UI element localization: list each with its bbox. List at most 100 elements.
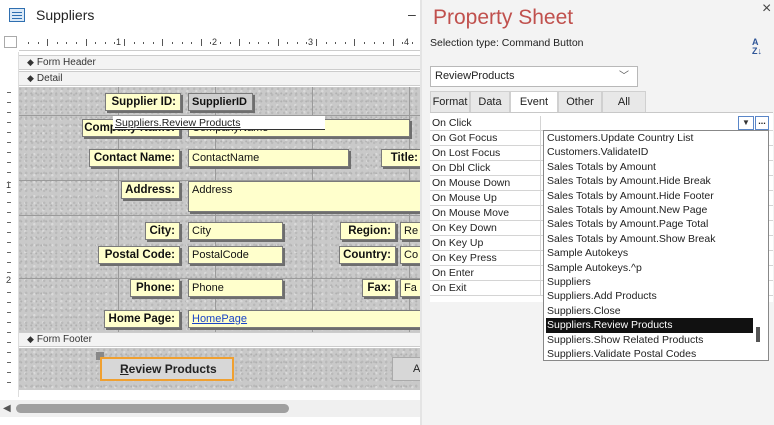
tab-data[interactable]: Data	[470, 91, 510, 112]
fax-label[interactable]: Fax:	[362, 279, 396, 297]
ruler-number: 4	[404, 37, 410, 47]
ruler-tick	[344, 42, 346, 44]
region-label[interactable]: Region:	[340, 222, 396, 240]
supplier-id-label[interactable]: Supplier ID:	[105, 93, 181, 111]
home-page-field[interactable]: HomePage	[188, 310, 420, 328]
build-button[interactable]: ...	[755, 116, 769, 130]
ruler-tick	[7, 222, 11, 223]
ruler-tick	[7, 372, 11, 373]
ruler-tick	[7, 242, 11, 243]
sort-icon[interactable]: A Z↓	[752, 38, 762, 56]
dropdown-option-selected[interactable]: Suppliers.Review Products	[546, 318, 753, 334]
ruler-tick	[7, 342, 11, 343]
contact-name-field[interactable]: ContactName	[188, 149, 349, 167]
contact-name-label[interactable]: Contact Name:	[89, 149, 180, 167]
macro-dropdown-list[interactable]: Customers.Update Country List Customers.…	[543, 130, 769, 361]
minimize-button[interactable]: –	[408, 6, 416, 22]
ruler-tick	[152, 42, 154, 44]
ruler-number: 3	[308, 37, 314, 47]
property-row-on-click[interactable]: On Click	[430, 116, 773, 131]
postal-code-label[interactable]: Postal Code:	[98, 246, 180, 264]
access-key-letter: R	[120, 362, 129, 376]
property-name: On Key Down	[432, 222, 497, 234]
column-separator	[540, 281, 541, 296]
fax-field[interactable]: Fa	[400, 279, 420, 297]
dropdown-option[interactable]: Sales Totals by Amount.Page Total	[546, 217, 753, 232]
ruler-tick	[335, 42, 337, 44]
dropdown-option[interactable]: Suppliers.Validate Postal Codes	[546, 347, 753, 362]
country-label[interactable]: Country:	[339, 246, 396, 264]
dropdown-option[interactable]: Sample Autokeys.^p	[546, 261, 753, 276]
object-selector[interactable]: ReviewProducts ﹀	[430, 66, 638, 87]
on-click-value-input[interactable]: Suppliers.Review Products	[113, 116, 325, 130]
detail-section-bar[interactable]: ◆ Detail	[19, 71, 420, 86]
ruler-tick	[354, 39, 356, 46]
ruler-tick	[28, 42, 29, 44]
ruler-tick	[7, 122, 11, 123]
ruler-tick	[392, 39, 394, 46]
ruler-tick	[7, 152, 11, 153]
dropdown-option[interactable]: Sales Totals by Amount.New Page	[546, 203, 753, 218]
close-icon[interactable]: ×	[762, 0, 771, 18]
dropdown-option[interactable]: Suppliers.Add Products	[546, 289, 753, 304]
property-name: On Enter	[432, 267, 475, 279]
ruler-tick	[7, 232, 11, 233]
address-label[interactable]: Address:	[121, 181, 180, 199]
ruler-tick	[7, 272, 11, 273]
review-products-button[interactable]: Review Products	[100, 357, 234, 381]
ruler-tick	[95, 42, 97, 44]
tab-format[interactable]: Format	[430, 91, 470, 112]
dropdown-scroll-thumb[interactable]	[756, 327, 760, 342]
ruler-tick	[7, 212, 11, 213]
supplier-id-field[interactable]: SupplierID	[188, 93, 253, 111]
dropdown-option[interactable]: Suppliers	[546, 275, 753, 290]
window-title: Suppliers	[36, 7, 95, 23]
ruler-tick	[277, 39, 279, 46]
city-label[interactable]: City:	[145, 222, 180, 240]
postal-code-field[interactable]: PostalCode	[188, 246, 283, 264]
form-footer-section-bar[interactable]: ◆ Form Footer	[19, 332, 420, 347]
property-name: On Key Press	[432, 252, 497, 264]
ruler-corner-selector[interactable]	[4, 36, 17, 48]
phone-field[interactable]: Phone	[188, 279, 283, 297]
ruler-tick	[7, 182, 11, 183]
form-header-section-bar[interactable]: ◆ Form Header	[19, 55, 420, 70]
property-name: On Dbl Click	[432, 162, 491, 174]
address-field[interactable]: Address	[188, 181, 420, 212]
on-click-value: Suppliers.Review Products	[115, 117, 241, 129]
ruler-tick	[7, 332, 11, 333]
country-field[interactable]: Co	[400, 246, 420, 264]
city-field[interactable]: City	[188, 222, 283, 240]
dropdown-option[interactable]: Sales Totals by Amount	[546, 160, 753, 175]
tab-all[interactable]: All	[602, 91, 646, 112]
dropdown-option[interactable]: Customers.ValidateID	[546, 145, 753, 160]
ruler-tick	[172, 42, 173, 44]
dropdown-option[interactable]: Sales Totals by Amount.Show Break	[546, 232, 753, 247]
scroll-left-icon[interactable]: ◀	[3, 403, 11, 414]
dropdown-option[interactable]: Sales Totals by Amount.Hide Footer	[546, 189, 753, 204]
scroll-thumb[interactable]	[16, 404, 289, 413]
tab-other[interactable]: Other	[558, 91, 602, 112]
ruler-tick	[7, 102, 11, 103]
dropdown-option[interactable]: Customers.Update Country List	[546, 131, 753, 146]
phone-label[interactable]: Phone:	[130, 279, 180, 297]
title-label[interactable]: Title:	[381, 149, 420, 167]
ruler-tick	[248, 42, 250, 44]
ruler-tick	[239, 39, 241, 46]
tab-event[interactable]: Event	[510, 91, 558, 112]
dropdown-option[interactable]: Suppliers.Show Related Products	[546, 333, 753, 348]
home-page-label[interactable]: Home Page:	[104, 310, 180, 328]
dropdown-option[interactable]: Suppliers.Close	[546, 304, 753, 319]
ruler-tick	[7, 92, 11, 93]
dropdown-arrow-icon[interactable]: ▼	[738, 116, 754, 130]
ruler-tick	[191, 42, 193, 44]
footer-button-partial[interactable]: A	[392, 357, 420, 381]
horizontal-scrollbar[interactable]: ◀	[0, 400, 420, 417]
column-separator	[540, 191, 541, 206]
grid-line	[19, 215, 420, 216]
ruler-tick	[412, 42, 413, 44]
ruler-number: 1	[116, 37, 122, 47]
region-field[interactable]: Re	[400, 222, 420, 240]
dropdown-option[interactable]: Sample Autokeys	[546, 246, 753, 261]
dropdown-option[interactable]: Sales Totals by Amount.Hide Break	[546, 174, 753, 189]
